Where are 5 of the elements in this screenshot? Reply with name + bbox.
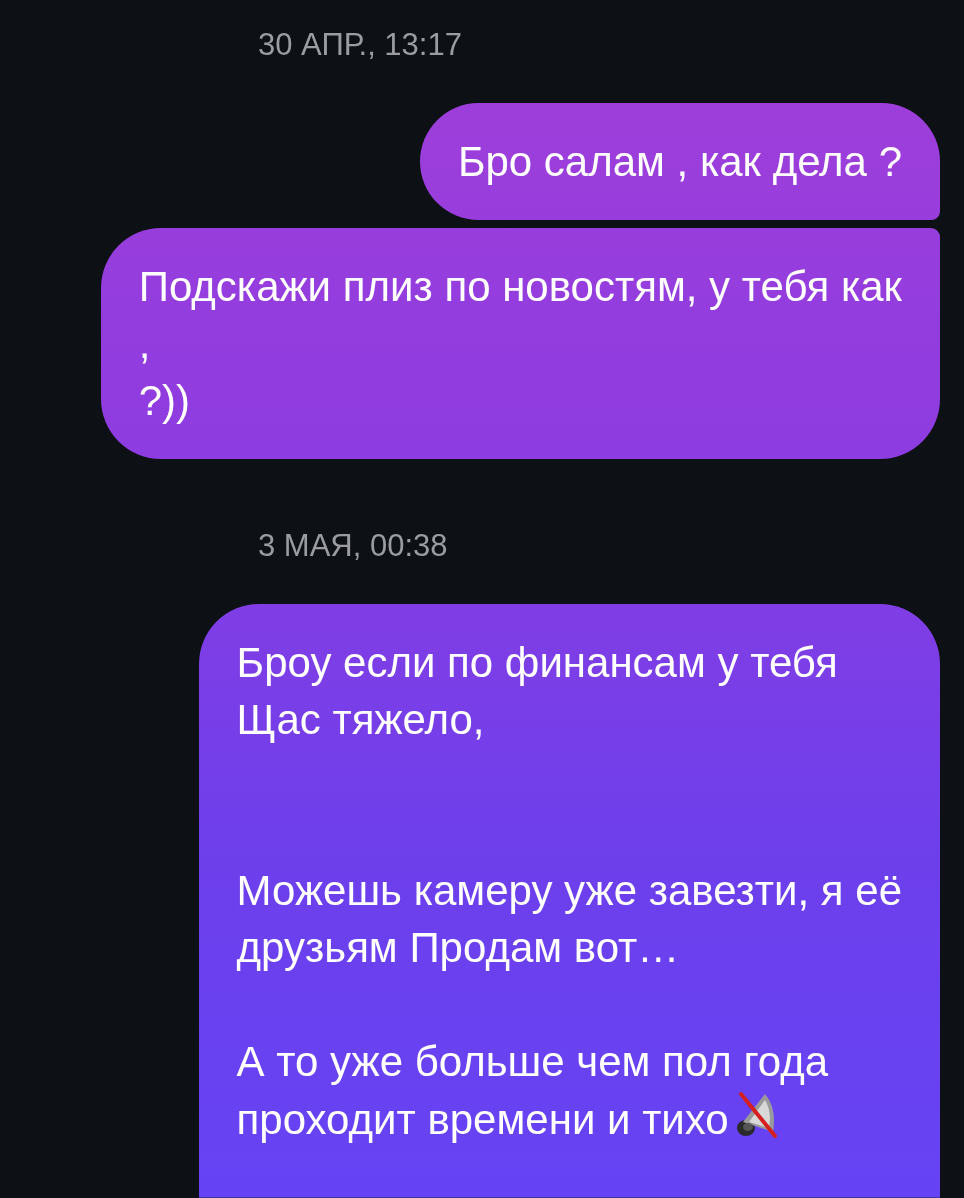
message-text: Бро салам , как дела ? bbox=[457, 138, 902, 186]
message-timestamp: 30 АПР., 13:17 bbox=[258, 26, 463, 64]
message-timestamp: 3 МАЯ, 00:38 bbox=[258, 527, 449, 565]
message-text: Подскажи плиз по новостям, у тебя как , ?)) bbox=[138, 263, 902, 425]
message-text: Броу если по финансам у тебя Щас тяжело, Можешь камеру уже завезти, я её друзьям Продам вот… А то уже больше чем пол года проходит времени и тихо bbox=[236, 639, 902, 1144]
